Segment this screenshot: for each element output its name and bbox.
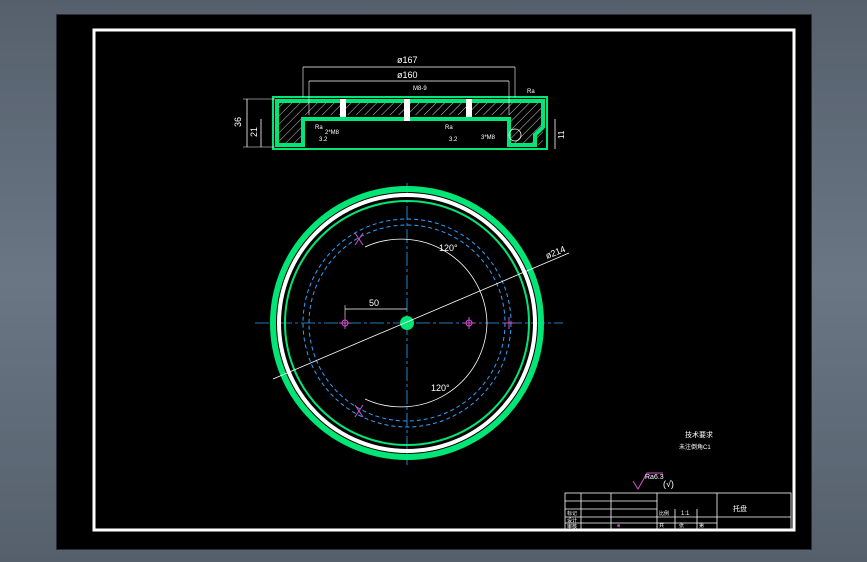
dim-radius: 50 xyxy=(369,298,379,308)
diameter-dim-line xyxy=(272,252,570,380)
angle-arc-top xyxy=(364,238,488,324)
title-scale: 1:1 xyxy=(681,511,690,517)
center-hub xyxy=(400,316,414,330)
angle-arc-bottom xyxy=(364,322,488,408)
title-mark-5: 共 xyxy=(659,522,664,529)
title-mark-3: 审核 xyxy=(567,523,577,530)
dim-right: 11 xyxy=(557,130,566,139)
title-mark-7: 第 xyxy=(699,522,704,529)
roughness-mid-1: Ra xyxy=(315,125,323,131)
roughness-top: Ra xyxy=(527,89,535,95)
cad-viewport[interactable]: ø167 ø160 36 21 11 M8-9 2*M8 Ra Ra 3.2 R… xyxy=(56,14,812,550)
bolt-slot-1 xyxy=(340,99,346,117)
title-part-name: 托盘 xyxy=(733,504,747,513)
section-view: ø167 ø160 36 21 11 M8-9 2*M8 Ra Ra 3.2 R… xyxy=(233,55,566,150)
surface-finish-symbol: Ra6.3 (√) xyxy=(632,472,674,490)
tech-requirements-title: 技术要求 xyxy=(685,430,713,439)
bolt-slot-2 xyxy=(404,99,410,121)
angle-bottom-label: 120° xyxy=(431,383,450,393)
dim-plan-diameter: ø214 xyxy=(544,244,567,261)
section-left-hatch xyxy=(277,115,303,145)
tech-requirements-line: 未注倒角C1 xyxy=(679,443,711,451)
roughness-mid-2: Ra xyxy=(445,125,453,131)
bottom-note: 3*M8 xyxy=(481,135,496,141)
title-mark-6: 张 xyxy=(679,522,684,529)
surface-finish-paren: (√) xyxy=(663,479,674,489)
plan-view: ø214 50 120° 120° xyxy=(255,183,570,465)
bolt-slot-3 xyxy=(466,99,472,117)
surface-finish-label: Ra6.3 xyxy=(645,474,664,481)
dim-height-total: 36 xyxy=(233,117,243,127)
title-mark-4: 比例 xyxy=(659,510,669,517)
dim-outer-diameter: ø167 xyxy=(397,55,418,65)
chamfer-note: 2*M8 xyxy=(325,130,340,136)
dim-height-inner: 21 xyxy=(249,127,259,137)
title-mark-1: 标记 xyxy=(567,510,577,517)
angle-top-label: 120° xyxy=(439,243,458,253)
hole-marker-1 xyxy=(339,317,351,329)
dim-inner-diameter: ø160 xyxy=(397,70,418,80)
hole-marker-2 xyxy=(463,317,475,329)
drawing-canvas: ø167 ø160 36 21 11 M8-9 2*M8 Ra Ra 3.2 R… xyxy=(92,28,796,532)
roughness-mid-1-value: 3.2 xyxy=(319,137,328,143)
thread-note: M8-9 xyxy=(413,86,427,92)
roughness-mid-2-value: 3.2 xyxy=(449,137,458,143)
title-mark-8: ■ xyxy=(617,523,620,529)
title-mark-2: 设计 xyxy=(567,517,577,524)
title-block xyxy=(564,492,792,530)
